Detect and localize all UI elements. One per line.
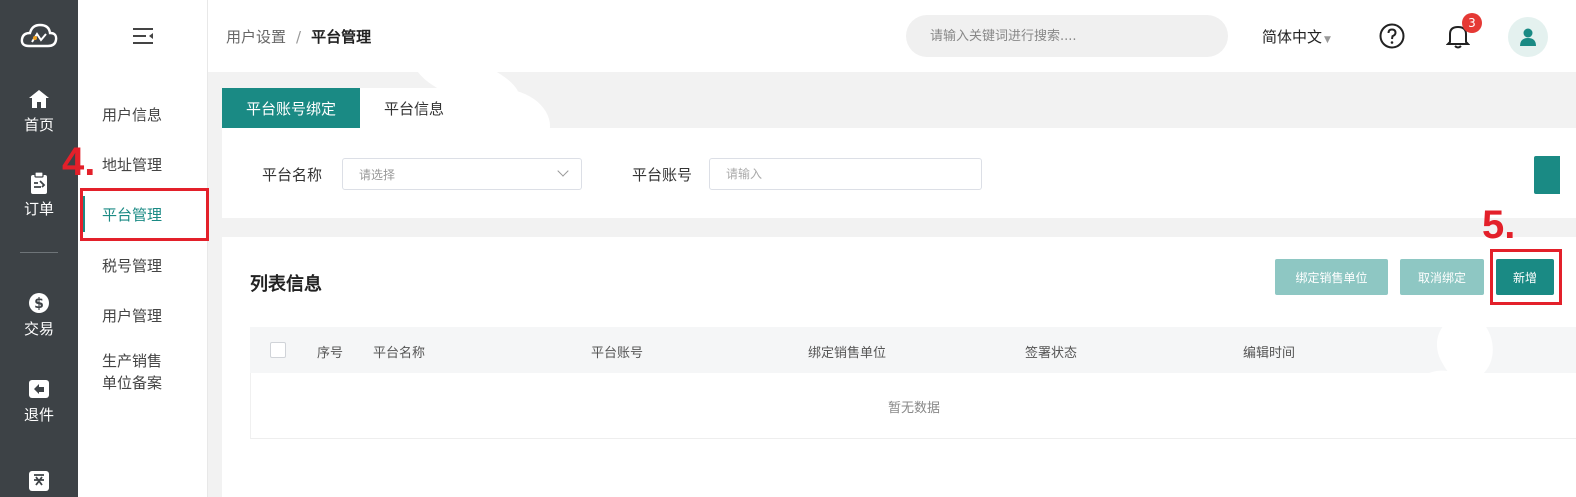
empty-state-text: 暂无数据 <box>887 401 940 416</box>
rail-item-label: 退件 <box>23 405 54 424</box>
search-input[interactable] <box>906 15 1228 57</box>
list-panel: 列表信息 绑定销售单位 取消绑定 新增 序号 平台名称 平台账号 绑定销售单位 … <box>222 237 1576 497</box>
submenu-item-label: 用户信息 <box>102 105 163 124</box>
secondary-menu: 用户信息 地址管理 平台管理 税号管理 用户管理 生产销售 单位备案 <box>78 0 208 497</box>
table-body: 暂无数据 <box>250 373 1576 439</box>
top-header: 用户设置 / 平台管理 简体中文▼ 3 <box>208 0 1576 72</box>
breadcrumb-separator: / <box>296 28 302 46</box>
help-icon[interactable] <box>1378 22 1406 50</box>
search-button[interactable] <box>1534 156 1560 194</box>
avatar[interactable] <box>1508 17 1548 57</box>
annotation-step-4: 4. <box>62 140 96 184</box>
tab-label: 平台信息 <box>384 99 445 118</box>
platform-account-input[interactable] <box>709 158 982 190</box>
return-icon <box>28 376 50 402</box>
column-header[interactable]: 编辑时间 <box>1243 342 1295 361</box>
platform-name-placeholder: 请选择 <box>359 167 396 182</box>
column-header[interactable]: 平台名称 <box>373 342 425 361</box>
column-header[interactable]: 平台账号 <box>591 342 643 361</box>
list-title: 列表信息 <box>250 274 322 295</box>
annotation-step-5: 5. <box>1482 203 1516 247</box>
breadcrumb: 用户设置 / 平台管理 <box>226 26 371 47</box>
column-header[interactable]: 签署状态 <box>1025 342 1077 361</box>
home-icon <box>28 86 50 112</box>
submenu-item-sales-unit-filing[interactable]: 生产销售 单位备案 <box>78 346 208 402</box>
tab-label: 平台账号绑定 <box>246 99 337 118</box>
table-header: 序号 平台名称 平台账号 绑定销售单位 签署状态 编辑时间 <box>250 327 1576 373</box>
dollar-icon: $ <box>28 290 50 316</box>
annotation-box-step-4 <box>80 188 209 241</box>
rail-item-invoice[interactable] <box>0 452 78 497</box>
rail-item-label: 订单 <box>23 199 54 218</box>
chevron-down-icon: ▼ <box>1324 35 1331 45</box>
breadcrumb-current: 平台管理 <box>311 28 372 46</box>
cloud-logo-icon[interactable] <box>0 0 78 72</box>
platform-account-label: 平台账号 <box>632 166 693 184</box>
platform-name-select[interactable]: 请选择 <box>342 158 582 190</box>
language-value: 简体中文 <box>1262 28 1323 46</box>
rail-item-label: 首页 <box>23 115 54 134</box>
rail-item-home[interactable]: 首页 <box>0 80 78 140</box>
breadcrumb-parent[interactable]: 用户设置 <box>226 28 286 46</box>
notification-badge: 3 <box>1462 13 1482 33</box>
rail-divider <box>20 252 58 253</box>
select-all-checkbox[interactable] <box>270 342 286 358</box>
annotation-box-step-5 <box>1490 249 1562 305</box>
submenu-item-user-management[interactable]: 用户管理 <box>78 291 208 339</box>
rail-item-trade[interactable]: $ 交易 <box>0 284 78 344</box>
filter-panel: 平台名称 请选择 平台账号 <box>222 128 1576 218</box>
rail-item-returns[interactable]: 退件 <box>0 370 78 430</box>
chevron-down-icon <box>557 165 569 177</box>
submenu-item-label: 生产销售 单位备案 <box>102 350 162 394</box>
submenu-item-user-info[interactable]: 用户信息 <box>78 90 208 138</box>
submenu-item-address[interactable]: 地址管理 <box>78 140 208 188</box>
clipboard-icon <box>29 170 49 196</box>
svg-text:$: $ <box>34 296 44 312</box>
column-header[interactable]: 序号 <box>317 342 343 361</box>
tab-platform-account-binding[interactable]: 平台账号绑定 <box>222 88 361 128</box>
bind-sales-unit-button[interactable]: 绑定销售单位 <box>1275 259 1388 295</box>
submenu-item-label: 地址管理 <box>102 155 163 174</box>
column-header[interactable]: 绑定销售单位 <box>808 342 886 361</box>
submenu-label-line2: 单位备案 <box>102 374 163 392</box>
icon-rail: 首页 订单 $ 交易 退件 <box>0 0 78 497</box>
submenu-label-line1: 生产销售 <box>102 352 163 370</box>
submenu-item-label: 税号管理 <box>102 256 163 275</box>
smudge-overlay <box>450 88 550 158</box>
submenu-item-tax-id[interactable]: 税号管理 <box>78 241 208 289</box>
rail-item-label: 交易 <box>23 319 54 338</box>
menu-collapse-icon[interactable] <box>78 0 208 72</box>
invoice-icon <box>28 468 50 494</box>
language-select[interactable]: 简体中文 ▼ <box>1262 26 1331 47</box>
unbind-button[interactable]: 取消绑定 <box>1400 259 1484 295</box>
submenu-item-label: 用户管理 <box>102 306 163 325</box>
user-icon <box>1520 28 1536 46</box>
platform-name-label: 平台名称 <box>262 166 323 184</box>
